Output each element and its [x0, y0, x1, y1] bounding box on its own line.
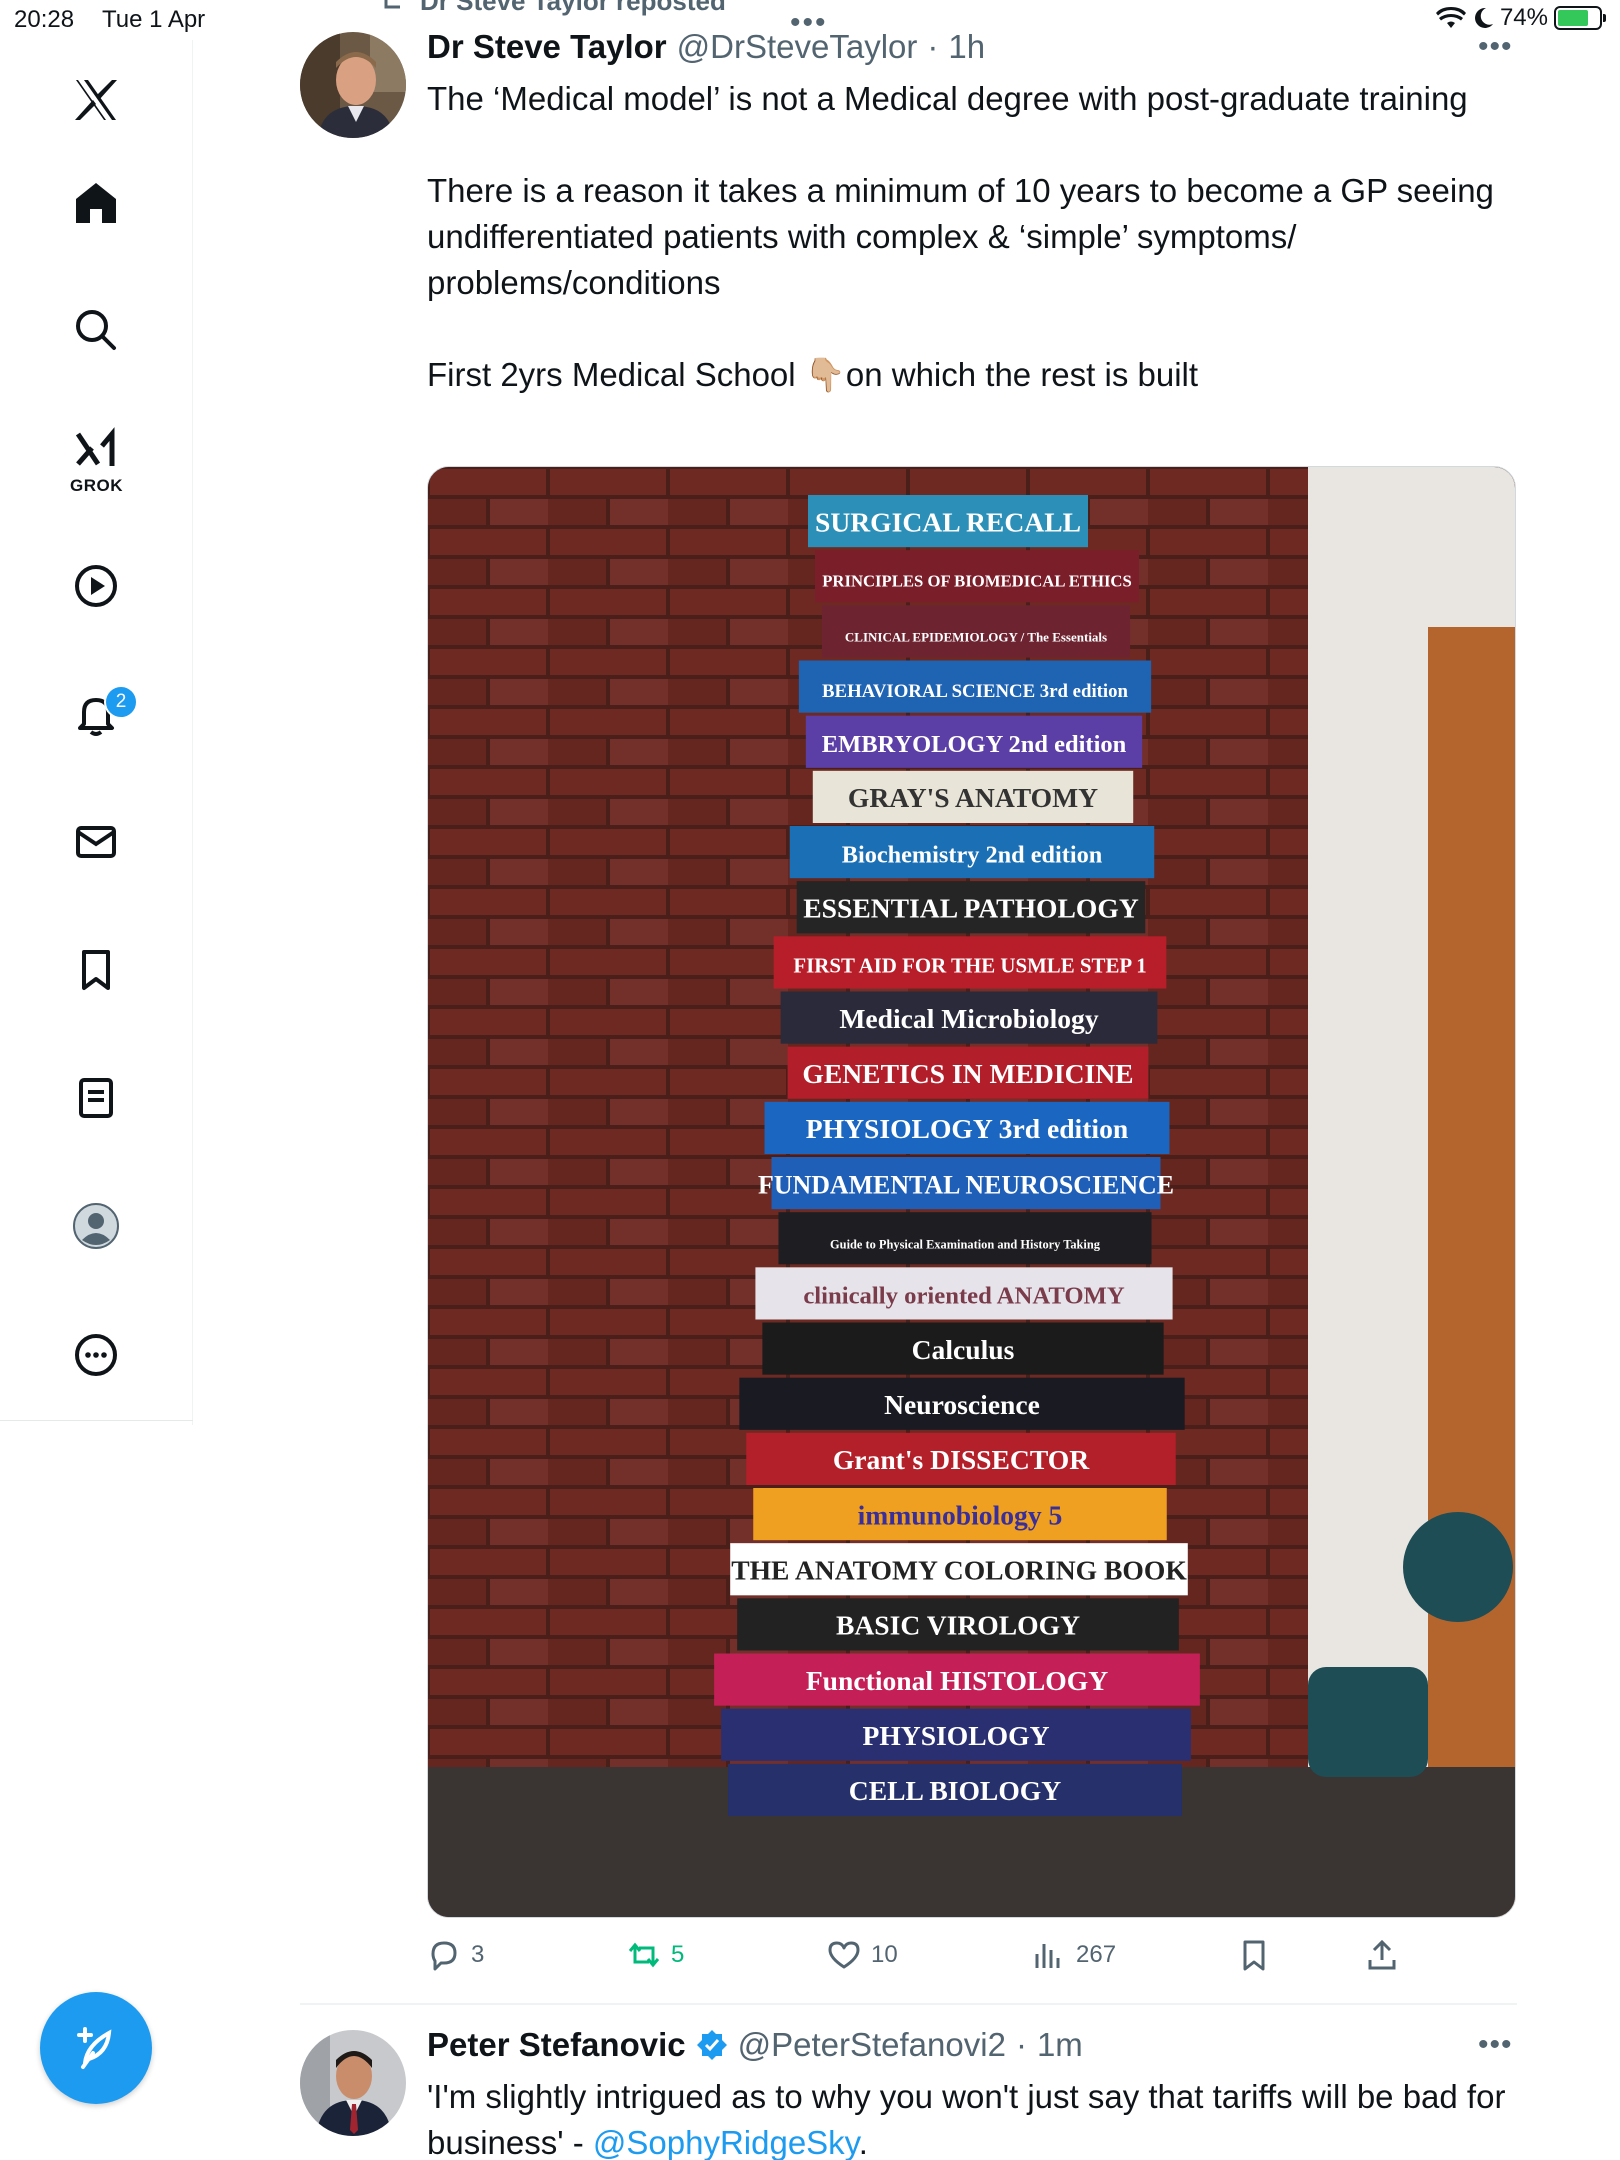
- tweet-text-end: .: [858, 2124, 868, 2160]
- book-spine-title: GENETICS IN MEDICINE: [802, 1058, 1133, 1089]
- repost-icon: [628, 1942, 660, 1968]
- avatar[interactable]: [300, 32, 406, 138]
- moon-icon: [1474, 7, 1493, 28]
- status-date: Tue 1 Apr: [102, 6, 206, 33]
- book-spine-title: Calculus: [912, 1334, 1015, 1365]
- search-icon[interactable]: [66, 300, 126, 360]
- book-spine-title: CELL BIOLOGY: [849, 1775, 1061, 1806]
- compose-button[interactable]: [40, 1992, 152, 2104]
- wifi-icon: [1435, 7, 1466, 28]
- status-time: 20:28: [14, 6, 75, 33]
- tweet-text: The ‘Medical model’ is not a Medical deg…: [427, 76, 1517, 398]
- grok-icon[interactable]: [66, 420, 126, 480]
- verified-badge-icon: [696, 2030, 727, 2060]
- mail-icon[interactable]: [66, 812, 126, 872]
- repost-button[interactable]: 5: [627, 1938, 684, 1972]
- book-spine-title: clinically oriented ANATOMY: [803, 1283, 1125, 1310]
- views-button[interactable]: 267: [1032, 1938, 1116, 1972]
- repost-label: Dr Steve Taylor reposted: [420, 0, 726, 16]
- book-spine-title: Biochemistry 2nd edition: [842, 841, 1103, 868]
- repost-indicator: Dr Steve Taylor reposted: [380, 0, 726, 17]
- book-spine-title: CLINICAL EPIDEMIOLOGY / The Essentials: [845, 630, 1107, 645]
- more-icon[interactable]: [66, 1325, 126, 1385]
- list-icon[interactable]: [66, 1068, 126, 1128]
- grok-label: GROK: [70, 476, 123, 495]
- book-spine-title: Functional HISTOLOGY: [806, 1665, 1108, 1696]
- reply-icon: [431, 1941, 457, 1971]
- play-icon[interactable]: [66, 556, 126, 616]
- tweet-header: Peter Stefanovic @PeterStefanovi2 · 1m: [427, 2026, 1083, 2064]
- battery-icon: [1554, 6, 1606, 30]
- tweet-text-content: 'I'm slightly intrigued as to why you wo…: [427, 2078, 1506, 2160]
- bookmark-button[interactable]: [1237, 1938, 1271, 1972]
- tweet-header: Dr Steve Taylor @DrSteveTaylor · 1h: [427, 28, 985, 66]
- like-count: 10: [871, 1941, 898, 1968]
- tweet-paragraph: The ‘Medical model’ is not a Medical deg…: [427, 80, 1468, 117]
- bookmark-icon: [1243, 1940, 1265, 1971]
- sidebar-divider: [0, 1420, 193, 1421]
- book-spine-title: BEHAVIORAL SCIENCE 3rd edition: [822, 681, 1129, 702]
- book-spine-title: immunobiology 5: [858, 1499, 1063, 1530]
- home-icon[interactable]: [66, 173, 126, 233]
- tweet-paragraph: There is a reason it takes a minimum of …: [427, 172, 1494, 301]
- tweet-separator: [300, 2003, 1517, 2005]
- reply-count: 3: [471, 1941, 485, 1968]
- views-icon: [1035, 1944, 1060, 1968]
- tweet-media-photo[interactable]: SURGICAL RECALL PRINCIPLES OF BIOMEDICAL …: [427, 466, 1516, 1918]
- repost-count: 5: [671, 1941, 685, 1968]
- bookmark-icon[interactable]: [66, 940, 126, 1000]
- author-name[interactable]: Peter Stefanovic: [427, 2026, 686, 2064]
- author-name[interactable]: Dr Steve Taylor: [427, 28, 667, 66]
- tweet-time[interactable]: 1m: [1037, 2026, 1083, 2064]
- tweet-text: 'I'm slightly intrigued as to why you wo…: [427, 2074, 1517, 2160]
- separator-dot: ·: [1015, 2026, 1027, 2063]
- separator-dot: ·: [927, 28, 939, 65]
- author-handle[interactable]: @PeterStefanovi2: [738, 2026, 1006, 2064]
- notification-badge: 2: [104, 685, 138, 719]
- views-count: 267: [1076, 1941, 1117, 1968]
- x-logo-icon[interactable]: [66, 70, 126, 130]
- share-button[interactable]: [1365, 1938, 1399, 1972]
- more-options-icon[interactable]: •••: [1478, 2028, 1513, 2062]
- book-spine-title: GRAY'S ANATOMY: [848, 782, 1098, 813]
- book-spine-title: BASIC VIROLOGY: [836, 1610, 1080, 1641]
- share-icon: [1368, 1939, 1396, 1970]
- more-options-icon[interactable]: •••: [1478, 30, 1513, 64]
- book-spine-title: Guide to Physical Examination and Histor…: [830, 1238, 1101, 1252]
- book-spine-title: PHYSIOLOGY 3rd edition: [806, 1113, 1128, 1144]
- mention-link[interactable]: @SophyRidgeSky: [593, 2124, 859, 2160]
- reply-button[interactable]: 3: [427, 1938, 484, 1972]
- book-spine-title: Neuroscience: [884, 1389, 1040, 1420]
- book-spine-title: FUNDAMENTAL NEUROSCIENCE: [758, 1170, 1174, 1199]
- book-spine-title: FIRST AID FOR THE USMLE STEP 1: [793, 954, 1146, 978]
- book-spine-title: ESSENTIAL PATHOLOGY: [803, 893, 1139, 924]
- books-photo: SURGICAL RECALL PRINCIPLES OF BIOMEDICAL …: [428, 467, 1515, 1917]
- book-spine-title: EMBRYOLOGY 2nd edition: [822, 731, 1127, 758]
- status-right: 74%: [1435, 4, 1606, 32]
- book-spine-title: PHYSIOLOGY: [862, 1720, 1049, 1751]
- profile-icon[interactable]: [66, 1196, 126, 1256]
- author-handle[interactable]: @DrSteveTaylor: [677, 28, 918, 66]
- book-spine-title: Medical Microbiology: [839, 1003, 1098, 1034]
- book-spine-title: THE ANATOMY COLORING BOOK: [731, 1555, 1187, 1586]
- book-spine-title: PRINCIPLES OF BIOMEDICAL ETHICS: [822, 572, 1132, 591]
- tweet-actions: 3 5 10 267: [427, 1938, 1517, 1978]
- tweet-time[interactable]: 1h: [948, 28, 985, 66]
- sidebar: GROK 2: [0, 40, 193, 1425]
- repost-icon: [384, 0, 400, 8]
- avatar[interactable]: [300, 2030, 406, 2136]
- compose-icon: [77, 2027, 112, 2069]
- book-spine-title: SURGICAL RECALL: [815, 506, 1081, 537]
- battery-percent: 74%: [1499, 4, 1548, 31]
- like-button[interactable]: 10: [827, 1938, 898, 1972]
- tweet-paragraph: First 2yrs Medical School 👇🏼on which the…: [427, 356, 1199, 393]
- heart-icon: [828, 1941, 860, 1969]
- book-spine-title: Grant's DISSECTOR: [833, 1444, 1090, 1475]
